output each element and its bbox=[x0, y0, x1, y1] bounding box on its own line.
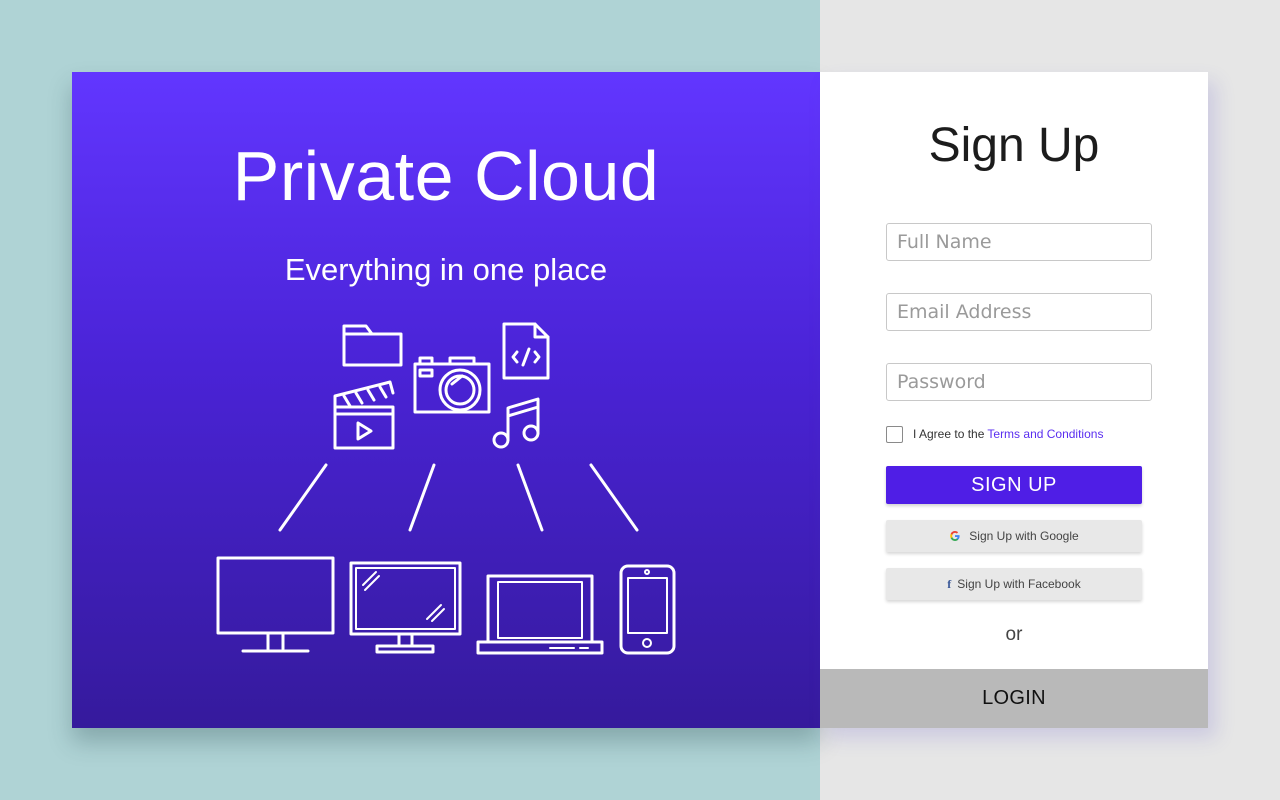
terms-checkbox[interactable] bbox=[886, 425, 903, 443]
smartphone-icon bbox=[619, 564, 676, 655]
all-in-one-computer-icon bbox=[349, 561, 462, 654]
google-signup-button[interactable]: Sign Up with Google bbox=[886, 520, 1142, 552]
cloud-illustration bbox=[216, 322, 676, 655]
terms-label: I Agree to the bbox=[913, 427, 985, 441]
folder-icon bbox=[342, 324, 403, 367]
terms-row: I Agree to the Terms and Conditions bbox=[886, 425, 1103, 443]
login-button[interactable]: LOGIN bbox=[820, 669, 1208, 728]
music-note-icon bbox=[492, 397, 540, 449]
or-divider: or bbox=[1005, 624, 1023, 645]
login-button-label: LOGIN bbox=[982, 687, 1046, 709]
google-button-label: Sign Up with Google bbox=[969, 529, 1079, 543]
email-input[interactable] bbox=[886, 293, 1152, 331]
signup-card: Sign Up I Agree to the Terms and Conditi… bbox=[820, 72, 1208, 728]
facebook-signup-button[interactable]: f Sign Up with Facebook bbox=[886, 568, 1142, 600]
connector-lines bbox=[278, 463, 639, 532]
facebook-icon: f bbox=[947, 577, 952, 591]
camera-icon bbox=[413, 356, 491, 414]
terms-link[interactable]: Terms and Conditions bbox=[987, 427, 1103, 441]
hero-panel: Private Cloud Everything in one place bbox=[72, 72, 820, 728]
code-file-icon bbox=[502, 322, 550, 380]
signup-button-label: SIGN UP bbox=[971, 473, 1057, 496]
google-icon bbox=[950, 531, 960, 541]
video-clapper-icon bbox=[333, 380, 395, 450]
signup-title: Sign Up bbox=[928, 119, 1100, 172]
monitor-icon bbox=[216, 556, 335, 653]
laptop-icon bbox=[476, 574, 604, 655]
signup-button[interactable]: SIGN UP bbox=[886, 466, 1142, 504]
full-name-input[interactable] bbox=[886, 223, 1152, 261]
password-input[interactable] bbox=[886, 363, 1152, 401]
facebook-button-label: Sign Up with Facebook bbox=[957, 577, 1081, 591]
